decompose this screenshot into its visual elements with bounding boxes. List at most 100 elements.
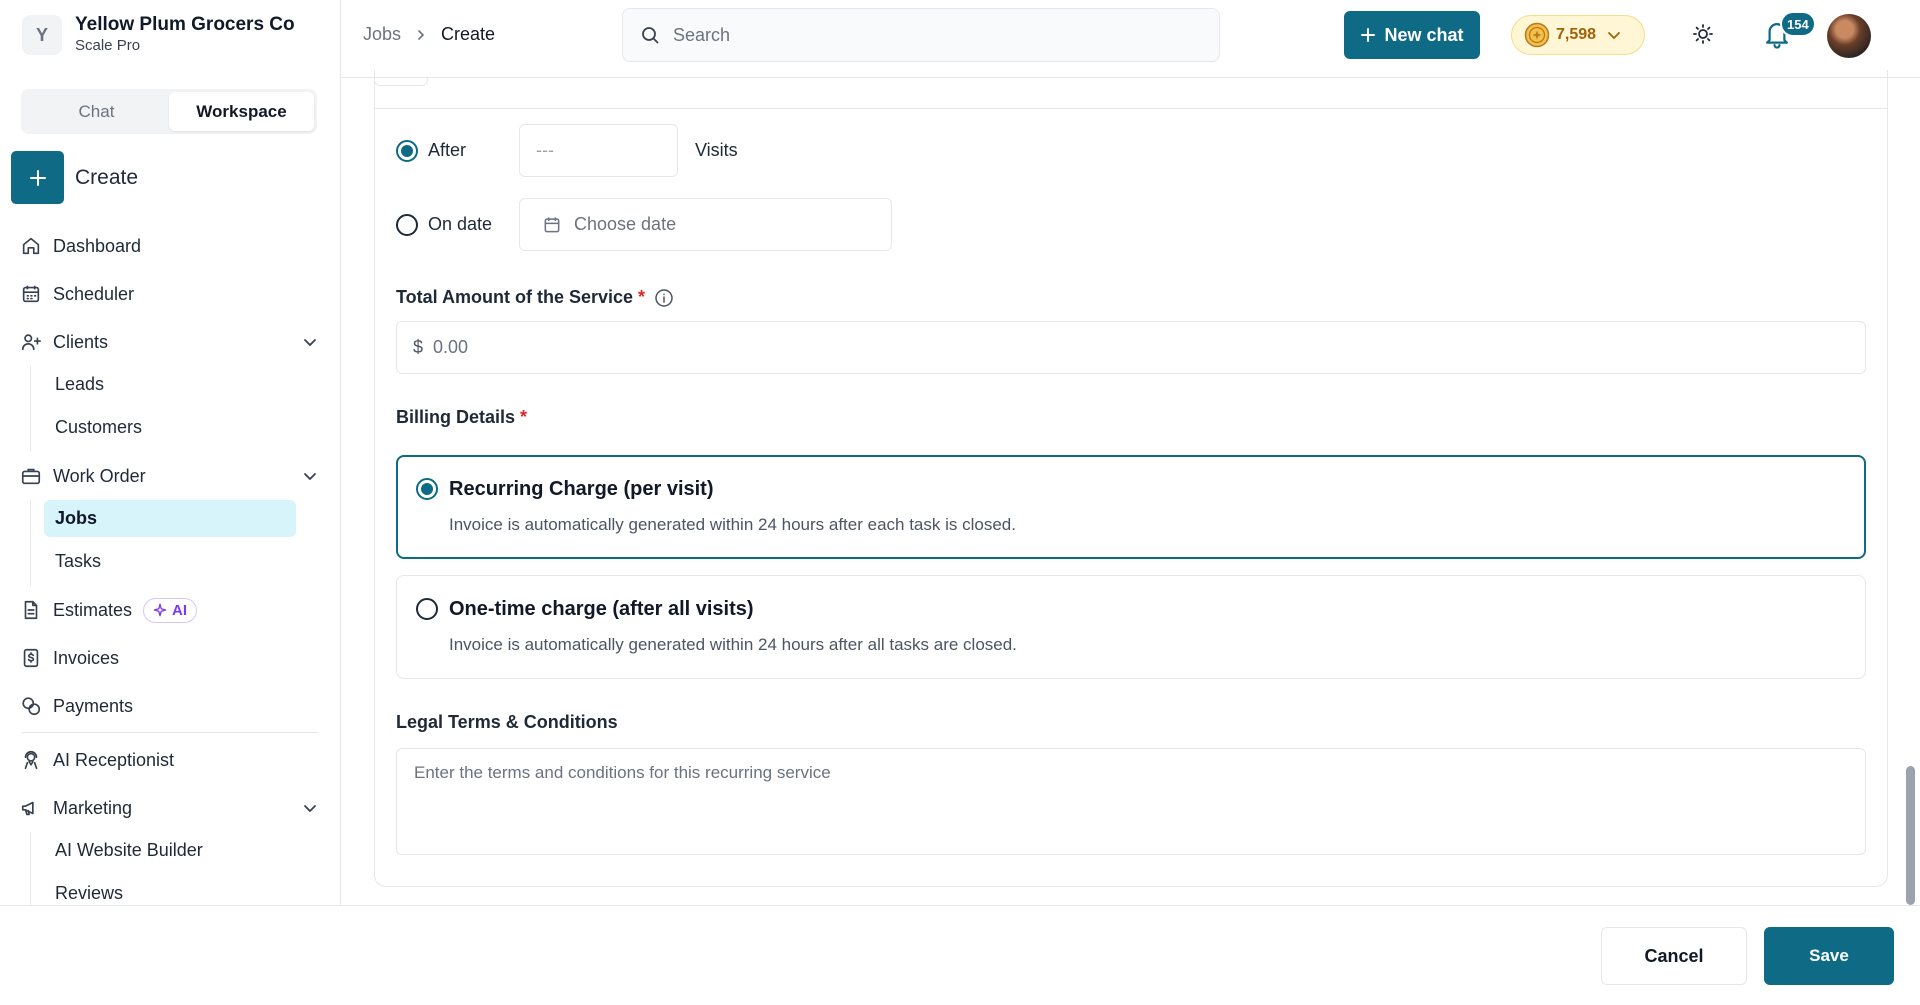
scrollbar-thumb[interactable] xyxy=(1906,766,1915,905)
cancel-button[interactable]: Cancel xyxy=(1601,927,1747,985)
billing-details-label: Billing Details xyxy=(396,407,516,427)
org-plan: Scale Pro xyxy=(75,37,141,54)
search-input[interactable] xyxy=(673,24,1193,46)
plus-icon xyxy=(1361,28,1376,42)
sidebar-item-estimates[interactable]: Estimates AI xyxy=(20,590,320,630)
save-button[interactable]: Save xyxy=(1764,927,1894,985)
sidebar-item-reviews[interactable]: Reviews xyxy=(44,875,296,905)
billing-recurring-radio[interactable] xyxy=(416,478,438,500)
info-icon[interactable] xyxy=(654,288,674,308)
currency-symbol: $ xyxy=(413,337,424,357)
search-icon xyxy=(640,25,660,45)
sidebar-item-label: Marketing xyxy=(53,797,133,818)
sidebar-item-jobs[interactable]: Jobs xyxy=(44,500,296,537)
total-amount-label-row: Total Amount of the Service * xyxy=(396,287,674,308)
chevron-right-icon xyxy=(415,29,427,41)
billing-details-label-row: Billing Details * xyxy=(396,407,527,428)
avatar[interactable] xyxy=(1827,14,1871,58)
sidebar-item-dashboard[interactable]: Dashboard xyxy=(20,226,320,266)
ai-badge-label: AI xyxy=(172,601,188,619)
user-plus-icon xyxy=(20,331,42,353)
terms-textarea[interactable] xyxy=(396,748,1866,855)
new-chat-label: New chat xyxy=(1384,24,1464,45)
terms-label-row: Legal Terms & Conditions xyxy=(396,712,618,733)
billing-option-title: One-time charge (after all visits) xyxy=(449,598,754,620)
breadcrumb-jobs[interactable]: Jobs xyxy=(363,24,401,45)
sidebar-item-payments[interactable]: Payments xyxy=(20,686,320,726)
sidebar-item-invoices[interactable]: Invoices xyxy=(20,638,320,678)
sidebar-item-label: Work Order xyxy=(53,465,146,486)
sidebar: Y Yellow Plum Grocers Co Scale Pro Chat … xyxy=(0,0,341,905)
sidebar-item-label: Scheduler xyxy=(53,283,135,304)
visits-unit: Visits xyxy=(695,140,738,160)
sidebar-item-marketing[interactable]: Marketing xyxy=(20,788,320,828)
receptionist-icon xyxy=(20,749,42,771)
home-icon xyxy=(20,235,42,257)
sidebar-item-customers[interactable]: Customers xyxy=(44,409,296,446)
megaphone-icon xyxy=(20,797,42,819)
end-after-radio[interactable] xyxy=(396,139,418,162)
end-after-row: After Visits xyxy=(396,124,738,177)
org-avatar: Y xyxy=(22,15,62,55)
calendar-icon xyxy=(20,283,42,305)
total-amount-input[interactable] xyxy=(433,337,1834,358)
sidebar-item-label: Payments xyxy=(53,695,134,716)
submenu-line xyxy=(30,832,31,905)
total-amount-field: $ xyxy=(396,321,1866,374)
billing-option-description: Invoice is automatically generated withi… xyxy=(449,635,1017,654)
sidebar-item-label: Estimates xyxy=(53,599,133,620)
invoice-icon xyxy=(20,647,42,669)
sidebar-item-label: Invoices xyxy=(53,647,120,668)
end-date-picker[interactable]: Choose date xyxy=(519,198,892,251)
credits-dropdown[interactable]: 7,598 xyxy=(1511,15,1645,55)
chevron-down-icon xyxy=(1606,27,1622,43)
sidebar-item-tasks[interactable]: Tasks xyxy=(44,543,296,580)
submenu-line xyxy=(30,500,31,586)
plus-icon xyxy=(11,151,64,204)
credits-value: 7,598 xyxy=(1556,26,1597,43)
org-switcher[interactable]: Y Yellow Plum Grocers Co Scale Pro xyxy=(22,14,295,56)
org-name: Yellow Plum Grocers Co xyxy=(75,14,295,35)
theme-toggle-sun-icon[interactable] xyxy=(1691,22,1715,46)
billing-option-recurring[interactable]: Recurring Charge (per visit) Invoice is … xyxy=(396,455,1866,559)
sidebar-item-ai-receptionist[interactable]: AI Receptionist xyxy=(20,740,320,780)
billing-option-one-time[interactable]: One-time charge (after all visits) Invoi… xyxy=(396,575,1866,679)
sidebar-item-label: AI Receptionist xyxy=(53,749,175,770)
chevron-down-icon[interactable] xyxy=(302,800,318,816)
end-on-date-row: On date Choose date xyxy=(396,198,892,251)
required-marker: * xyxy=(520,407,528,427)
visits-count-input[interactable] xyxy=(519,124,678,177)
breadcrumb: Jobs Create xyxy=(363,24,495,45)
job-form: After Visits On date Choose date Total A… xyxy=(341,70,1920,905)
mode-toggle: Chat Workspace xyxy=(21,89,317,134)
sidebar-item-scheduler[interactable]: Scheduler xyxy=(20,274,320,314)
chevron-down-icon[interactable] xyxy=(302,468,318,484)
create-label: Create xyxy=(75,165,139,189)
new-chat-button[interactable]: New chat xyxy=(1344,11,1480,59)
sidebar-item-label: Clients xyxy=(53,331,109,352)
required-marker: * xyxy=(638,287,646,307)
ai-badge: AI xyxy=(143,597,198,623)
document-icon xyxy=(20,599,42,621)
tab-chat[interactable]: Chat xyxy=(24,92,169,131)
terms-label: Legal Terms & Conditions xyxy=(396,712,618,732)
form-footer: Cancel Save xyxy=(0,905,1920,1005)
end-on-date-radio[interactable] xyxy=(396,213,418,236)
sidebar-item-label: Dashboard xyxy=(53,235,142,256)
sparkle-icon xyxy=(153,603,167,617)
billing-option-description: Invoice is automatically generated withi… xyxy=(449,515,1016,534)
coins-icon xyxy=(20,695,42,717)
create-button[interactable]: Create xyxy=(11,151,138,204)
billing-option-title: Recurring Charge (per visit) xyxy=(449,478,714,500)
sidebar-item-work-order[interactable]: Work Order xyxy=(20,456,320,496)
submenu-line xyxy=(30,366,31,452)
billing-one-time-radio[interactable] xyxy=(416,598,438,620)
breadcrumb-create: Create xyxy=(441,24,496,44)
sidebar-item-leads[interactable]: Leads xyxy=(44,366,296,403)
sidebar-item-clients[interactable]: Clients xyxy=(20,322,320,362)
chevron-down-icon[interactable] xyxy=(302,334,318,350)
sidebar-item-ai-website-builder[interactable]: AI Website Builder xyxy=(44,832,296,869)
tab-workspace[interactable]: Workspace xyxy=(169,92,314,131)
coin-icon xyxy=(1524,22,1550,48)
top-bar: Jobs Create New chat 7,598 154 xyxy=(341,0,1920,78)
